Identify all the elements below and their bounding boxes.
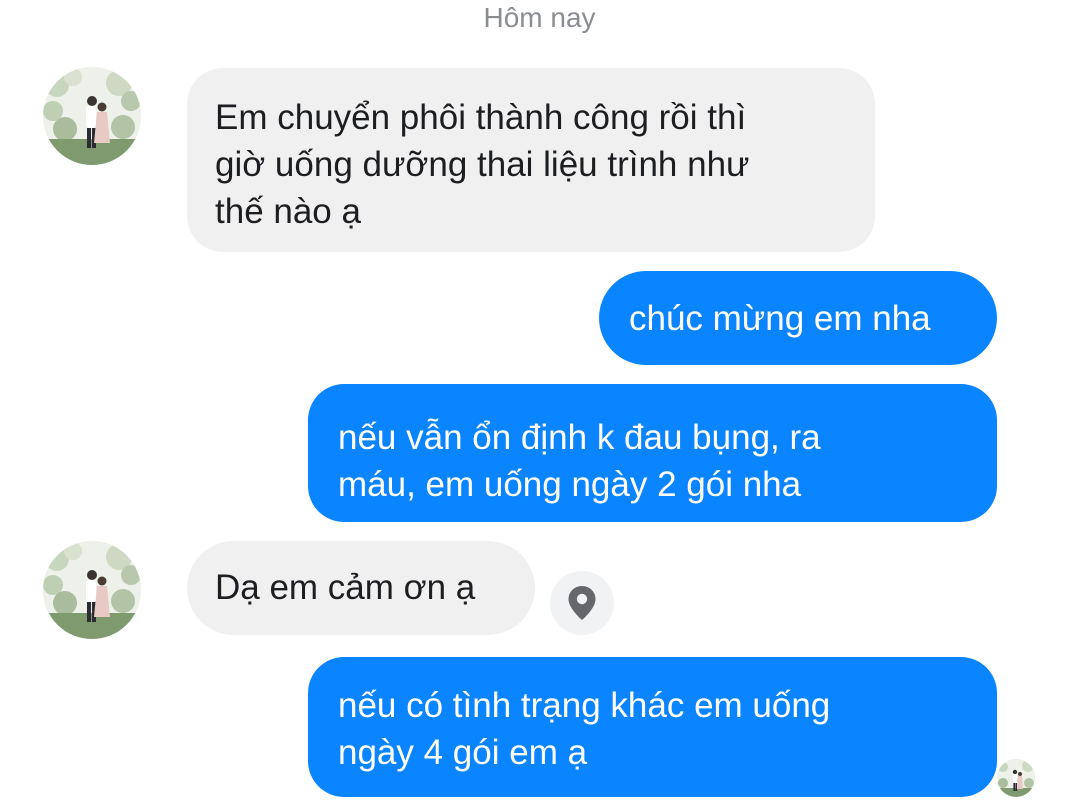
seen-avatar-icon [997, 759, 1035, 797]
avatar-photo-icon [43, 541, 141, 639]
message-bubble-outgoing[interactable]: nếu có tình trạng khác em uống ngày 4 gó… [308, 657, 997, 797]
message-bubble-outgoing[interactable]: chúc mừng em nha [599, 271, 997, 365]
location-button[interactable] [550, 571, 614, 635]
cut-off-footer [760, 803, 980, 810]
message-bubble-incoming[interactable]: Dạ em cảm ơn ạ [187, 541, 535, 635]
contact-avatar[interactable] [43, 67, 141, 165]
date-separator: Hôm nay [483, 2, 596, 33]
seen-indicator [997, 759, 1035, 797]
contact-avatar[interactable] [43, 541, 141, 639]
message-bubble-outgoing[interactable]: nếu vẫn ổn định k đau bụng, ra máu, em u… [308, 384, 997, 522]
location-pin-icon [568, 586, 596, 620]
message-bubble-incoming[interactable]: Em chuyển phôi thành công rồi thì giờ uố… [187, 68, 875, 252]
avatar-photo-icon [43, 67, 141, 165]
chat-thread: Hôm nay Em chuyển phôi thành công rồi th… [0, 0, 1079, 810]
